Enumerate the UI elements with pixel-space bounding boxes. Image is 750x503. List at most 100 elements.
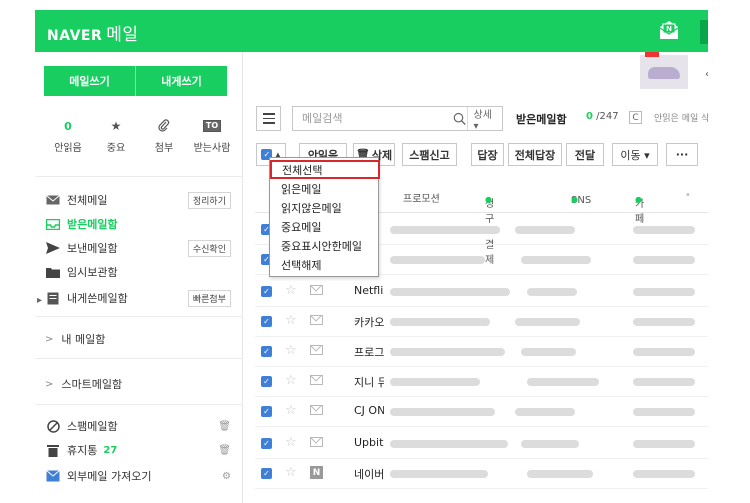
report-spam-button[interactable]: 스팸신고: [402, 143, 457, 166]
envelope-open-icon[interactable]: [310, 405, 323, 415]
quick-recipient[interactable]: TO 받는사람: [188, 118, 236, 154]
mail-app-icon[interactable]: N: [657, 18, 681, 42]
read-receipt-button[interactable]: 수신확인: [187, 239, 231, 257]
star-icon[interactable]: ☆: [285, 465, 297, 480]
menu-item-select-all[interactable]: 전체선택: [270, 160, 380, 179]
tab-promotion[interactable]: 프로모션: [403, 190, 440, 205]
quick-important[interactable]: ★ 중요: [92, 118, 140, 154]
blurred-subject: [390, 348, 505, 356]
quick-unread-label: 안읽음: [54, 143, 82, 154]
send-icon: [45, 241, 61, 255]
envelope-open-icon[interactable]: [310, 315, 323, 325]
my-mailbox-toggle[interactable]: > 내 메일함: [45, 331, 105, 347]
sidebar-item-all-mail[interactable]: 전체메일 정리하기: [45, 190, 231, 210]
star-icon[interactable]: ☆: [285, 313, 297, 328]
menu-toggle-button[interactable]: [256, 106, 281, 131]
quick-attach-button[interactable]: 빠른첨부: [187, 289, 231, 307]
total-number: /247: [596, 111, 619, 122]
write-mail-button[interactable]: 메일쓰기: [44, 66, 135, 96]
refresh-button[interactable]: C: [629, 111, 642, 124]
reply-button[interactable]: 답장: [471, 143, 504, 166]
star-icon[interactable]: ☆: [285, 403, 297, 418]
mail-row[interactable]: ✓ ☆ CJ ON: [255, 397, 708, 427]
row-checkbox[interactable]: ✓: [261, 468, 272, 479]
search-detail-button[interactable]: 상세 ▾: [466, 107, 502, 132]
star-icon[interactable]: ☆: [285, 343, 297, 358]
blurred-date: [633, 288, 695, 296]
naver-badge-icon[interactable]: N: [310, 466, 323, 479]
header-edge: [700, 20, 708, 44]
star-icon[interactable]: ☆: [285, 283, 297, 298]
trash-icon[interactable]: 🗑: [218, 421, 231, 432]
smart-mailbox-toggle[interactable]: > 스마트메일함: [45, 376, 122, 392]
envelope-open-icon[interactable]: [310, 285, 323, 295]
mail-row[interactable]: ✓ ☆ 지니 뮤: [255, 367, 708, 397]
ad-badge: [645, 52, 659, 57]
sidebar-item-external-mail[interactable]: 외부메일 가져오기 ⚙: [45, 466, 231, 486]
row-checkbox[interactable]: ✓: [261, 346, 272, 357]
star-icon[interactable]: ☆: [285, 373, 297, 388]
write-to-self-button[interactable]: 내게쓰기: [135, 66, 227, 96]
blurred-date: [633, 378, 695, 386]
menu-item-not-important[interactable]: 중요표시안한메일: [271, 236, 377, 255]
self-mail-icon: [45, 291, 61, 305]
quick-attachment[interactable]: 첨부: [140, 118, 188, 154]
blurred-date: [633, 226, 695, 234]
ad-banner[interactable]: [640, 55, 688, 89]
naver-mail-logo[interactable]: NAVER 메일: [47, 20, 139, 45]
sidebar-item-label: 외부메일 가져오기: [67, 470, 152, 483]
menu-item-read[interactable]: 읽은메일: [271, 179, 377, 198]
organize-button[interactable]: 정리하기: [187, 191, 231, 209]
blurred-subject: [390, 318, 490, 326]
ad-indicator: ‹: [705, 69, 709, 80]
sidebar-item-trash[interactable]: 휴지통 27 🗑: [45, 440, 231, 460]
mail-row[interactable]: ✓ ☆ 카카오: [255, 307, 708, 337]
trash-can-icon: [45, 443, 61, 457]
star-icon[interactable]: ☆: [285, 435, 297, 450]
mail-row[interactable]: ✓ ☆ Netflix: [255, 277, 708, 307]
mail-row[interactable]: ✓ ☆ Upbit: [255, 429, 708, 459]
sidebar-item-inbox[interactable]: 받은메일함: [45, 214, 231, 234]
mail-row[interactable]: ✓ ☆ 프로그: [255, 337, 708, 367]
sidebar-item-sent[interactable]: 보낸메일함 수신확인: [45, 238, 231, 258]
menu-item-unread[interactable]: 읽지않은메일: [271, 198, 377, 217]
folder-count: 0 /247: [586, 111, 619, 122]
menu-item-deselect[interactable]: 선택해제: [271, 255, 377, 274]
sidebar-item-label: 휴지통: [67, 444, 98, 457]
sidebar-item-spam[interactable]: 스팸메일함 🗑: [45, 416, 231, 436]
mail-row[interactable]: ✓ ☆ N 네이버: [255, 459, 708, 489]
blurred-date: [633, 348, 695, 356]
row-checkbox[interactable]: ✓: [261, 316, 272, 327]
left-sidebar: 메일쓰기 내게쓰기 0 안읽음 ★ 중요 첨부 TO 받는사람 전체메일 정리하…: [35, 52, 243, 503]
empty-trash-icon[interactable]: 🗑: [218, 445, 231, 456]
inbox-icon: [45, 217, 61, 231]
search-icon[interactable]: [453, 111, 467, 127]
sidebar-item-label: 전체메일: [67, 194, 108, 207]
expand-caret-icon[interactable]: ▸: [37, 295, 42, 306]
blurred-preview: [515, 226, 575, 234]
sidebar-item-self-mail[interactable]: 내게쓴메일함 빠른첨부: [45, 288, 231, 308]
menu-item-important[interactable]: 중요메일: [271, 217, 377, 236]
row-checkbox[interactable]: ✓: [261, 286, 272, 297]
more-button[interactable]: ···: [666, 143, 698, 166]
envelope-open-icon[interactable]: [310, 437, 323, 447]
logo-app: 메일: [106, 25, 139, 45]
forward-button[interactable]: 전달: [566, 143, 604, 166]
sidebar-item-drafts[interactable]: 임시보관함: [45, 262, 231, 282]
row-checkbox[interactable]: ✓: [261, 438, 272, 449]
quick-unread[interactable]: 0 안읽음: [44, 118, 92, 155]
unread-number: 0: [586, 111, 593, 122]
envelope-open-icon[interactable]: [310, 345, 323, 355]
move-dropdown[interactable]: 이동 ▾: [612, 143, 658, 166]
my-mailbox-label: 내 메일함: [61, 333, 106, 346]
mail-sender: 카카오: [354, 316, 384, 329]
row-checkbox[interactable]: ✓: [261, 406, 272, 417]
row-checkbox[interactable]: ✓: [261, 376, 272, 387]
reply-all-button[interactable]: 전체답장: [508, 143, 562, 166]
envelope-open-icon[interactable]: [310, 375, 323, 385]
folder-icon: [45, 265, 61, 279]
search-input[interactable]: [293, 107, 447, 130]
delete-unread-link[interactable]: 안읽은 메일 삭제: [654, 111, 708, 124]
sidebar-item-label: 보낸메일함: [67, 242, 118, 255]
gear-icon[interactable]: ⚙: [222, 471, 231, 482]
